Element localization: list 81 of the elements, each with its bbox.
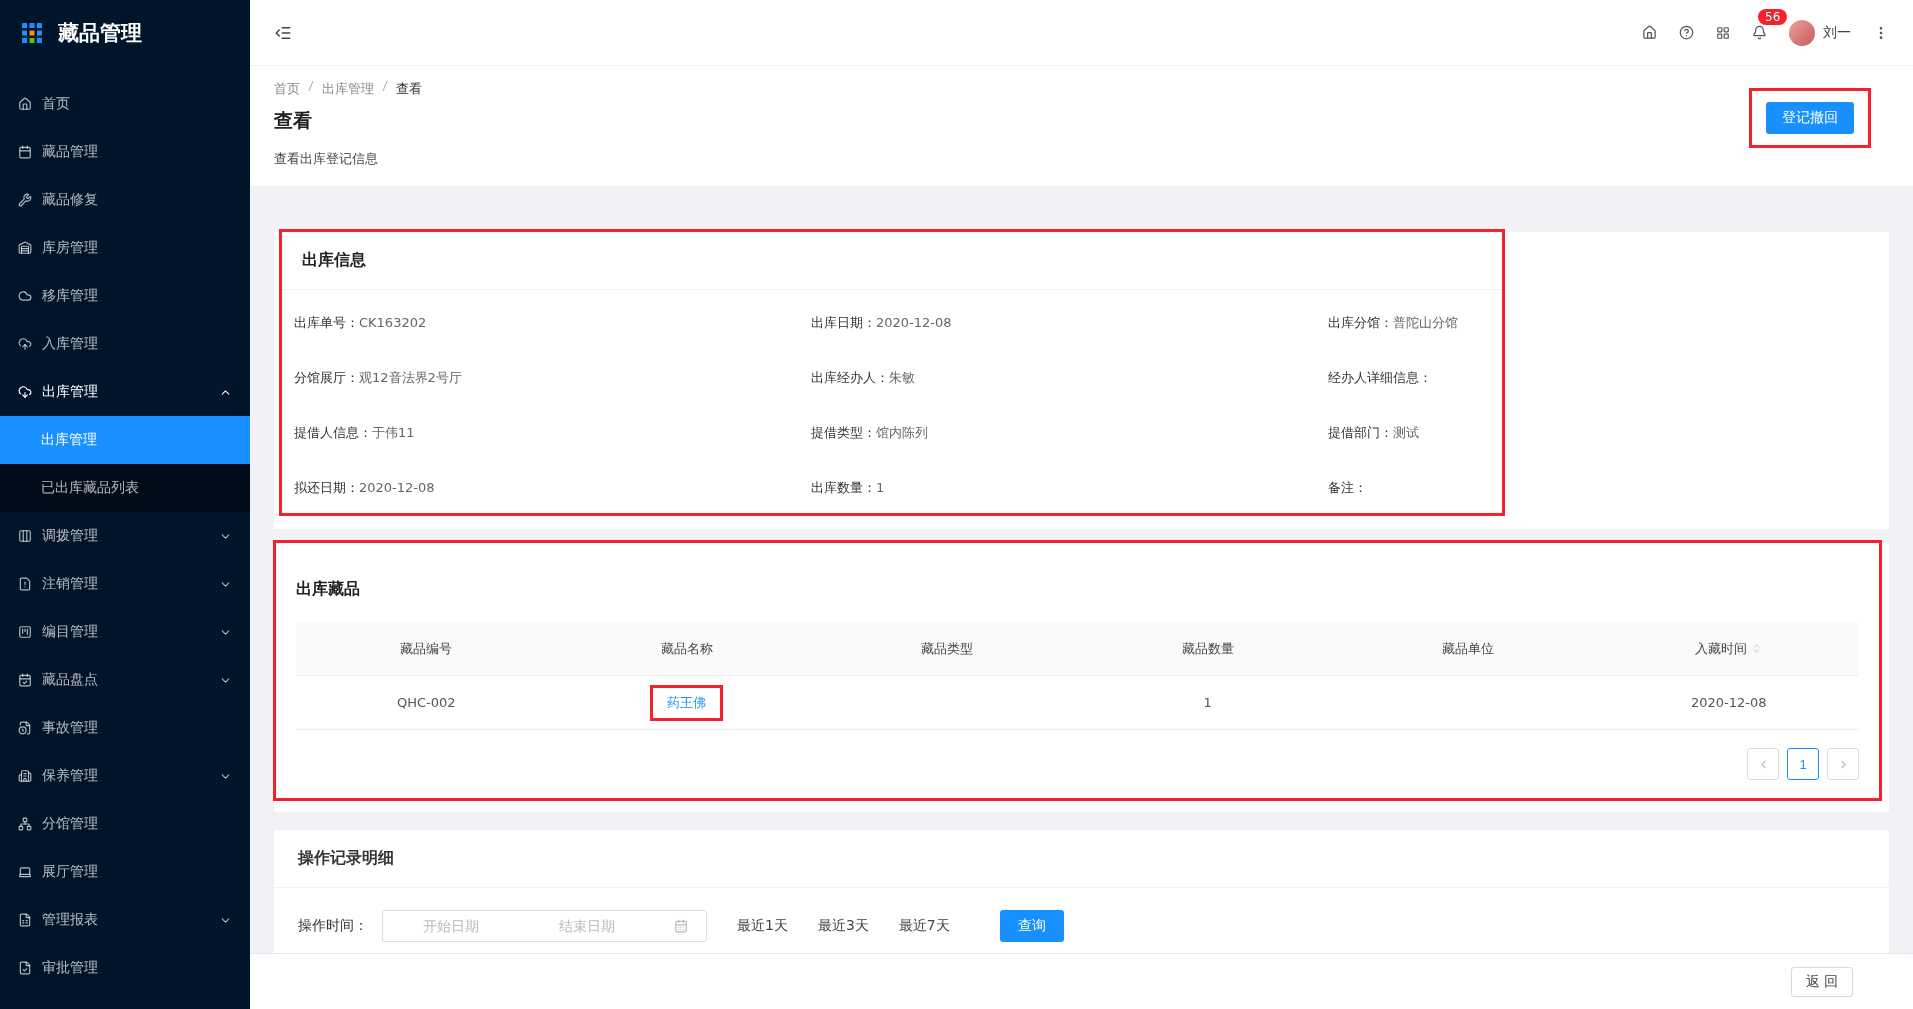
sidebar-item[interactable]: 首页: [0, 80, 250, 128]
card-title: 出库信息: [301, 249, 367, 271]
page-subtitle: 查看出库登记信息: [274, 150, 379, 168]
info-field: 出库日期：2020-12-08: [811, 314, 1328, 332]
info-field: 拟还日期：2020-12-08: [294, 479, 811, 497]
cloud-icon: [18, 289, 32, 303]
filter-label: 操作时间：: [298, 917, 368, 935]
sidebar-item[interactable]: 入库管理: [0, 320, 250, 368]
home-icon: [18, 97, 32, 111]
calendar-icon: [18, 145, 32, 159]
grid-icon[interactable]: [1716, 25, 1730, 40]
column-header: 藏品编号: [399, 639, 454, 658]
sidebar-item[interactable]: 管理报表: [0, 896, 250, 944]
sidebar-item[interactable]: 调拨管理: [0, 512, 250, 560]
info-field: 提借人信息：于伟11: [294, 424, 811, 442]
quick-range-link[interactable]: 最近7天: [898, 917, 950, 935]
wrench-icon: [18, 193, 32, 207]
calendar-check-icon: [18, 673, 32, 687]
sidebar-item[interactable]: 注销管理: [0, 560, 250, 608]
spreadsheet-icon: [18, 913, 32, 927]
breadcrumb-separator: [382, 80, 388, 92]
breadcrumb-item[interactable]: 查看: [396, 80, 422, 98]
card-title: 操作记录明细: [274, 830, 1889, 888]
sidebar-item[interactable]: 库房管理: [0, 224, 250, 272]
sidebar-item[interactable]: 编目管理: [0, 608, 250, 656]
info-field: 出库分馆：普陀山分馆: [1328, 314, 1490, 332]
document-clock-icon: [18, 721, 32, 735]
app-title: 藏品管理: [58, 20, 142, 47]
sidebar-item[interactable]: 藏品盘点: [0, 656, 250, 704]
breadcrumb-item[interactable]: 首页: [274, 80, 300, 98]
sidebar-item[interactable]: 审批管理: [0, 944, 250, 992]
table-cell: 2020-12-08: [1690, 695, 1767, 710]
info-field: 出库单号：CK163202: [294, 314, 811, 332]
info-field: 经办人详细信息：: [1328, 369, 1490, 387]
quick-range-link[interactable]: 最近3天: [817, 917, 869, 935]
back-button[interactable]: 返 回: [1790, 966, 1853, 997]
info-field: 备注：: [1328, 479, 1490, 497]
cloud-download-icon: [18, 385, 32, 399]
table-cell: QHC-002: [396, 695, 456, 710]
card-title: 出库藏品: [295, 578, 361, 600]
document-check-icon: [18, 961, 32, 975]
notification-badge: 56: [1758, 9, 1788, 25]
user-name[interactable]: 刘一: [1823, 23, 1851, 42]
cloud-upload-icon: [18, 337, 32, 351]
columns-icon: [18, 529, 32, 543]
info-field: 出库经办人：朱敏: [811, 369, 1328, 387]
sidebar-item[interactable]: 移库管理: [0, 272, 250, 320]
sidebar-subitem[interactable]: 已出库藏品列表: [0, 464, 250, 512]
sidebar-item[interactable]: 事故管理: [0, 704, 250, 752]
breadcrumb-separator: [308, 80, 314, 92]
help-icon[interactable]: [1679, 25, 1694, 40]
building-icon: [18, 769, 32, 783]
board-icon: [18, 625, 32, 639]
sidebar-item[interactable]: 保养管理: [0, 752, 250, 800]
info-field: 提借部门：测试: [1328, 424, 1490, 442]
column-header: 藏品单位: [1441, 639, 1496, 658]
page-title: 查看: [274, 108, 313, 133]
user-avatar[interactable]: [1789, 19, 1815, 46]
column-header: 藏品数量: [1180, 639, 1235, 658]
breadcrumb-item[interactable]: 出库管理: [322, 80, 374, 98]
grid-logo-icon: [22, 23, 42, 43]
home-icon[interactable]: [1642, 25, 1657, 40]
sidebar-item[interactable]: 展厅管理: [0, 848, 250, 896]
info-field: 分馆展厅：观12音法界2号厅: [294, 369, 811, 387]
warehouse-icon: [18, 241, 32, 255]
laptop-icon: [18, 865, 32, 879]
column-header: 藏品名称: [659, 639, 714, 658]
calendar-icon: [673, 919, 688, 933]
sidebar-item[interactable]: 藏品管理: [0, 128, 250, 176]
sidebar-item[interactable]: 藏品修复: [0, 176, 250, 224]
sidebar-item[interactable]: 分馆管理: [0, 800, 250, 848]
quick-range-link[interactable]: 最近1天: [737, 917, 788, 935]
column-header: 入藏时间: [1598, 639, 1859, 658]
hierarchy-icon: [18, 817, 32, 831]
info-field: 出库数量：1: [811, 479, 1328, 497]
document-icon: [18, 577, 32, 591]
table-cell: 1: [1203, 695, 1212, 710]
info-field: 提借类型：馆内陈列: [811, 424, 1328, 442]
sidebar-item[interactable]: 出库管理: [0, 368, 250, 416]
column-header: 藏品类型: [920, 639, 975, 658]
bell-icon[interactable]: [1752, 25, 1767, 40]
